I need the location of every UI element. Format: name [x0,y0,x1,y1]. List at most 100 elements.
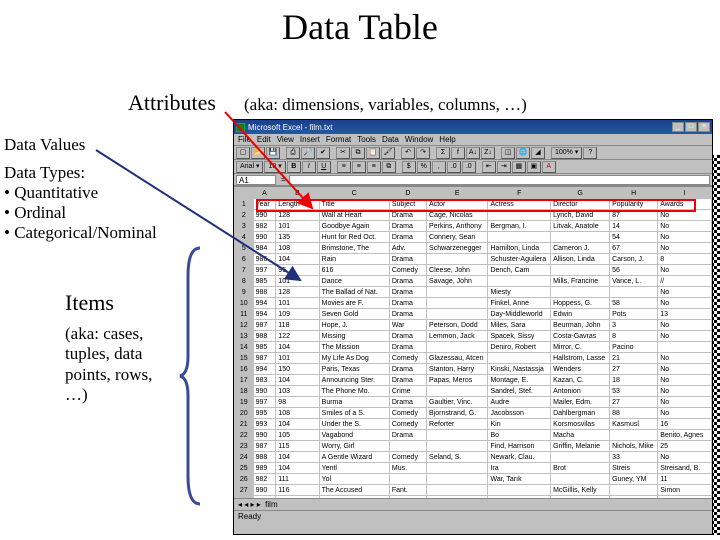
cell[interactable] [427,485,488,496]
cell[interactable]: Brimstone, The [319,243,389,254]
paste-icon[interactable]: 📋 [366,147,380,159]
cell[interactable]: Drama [389,276,426,287]
cell[interactable]: 11 [658,474,712,485]
cell[interactable]: No [658,221,712,232]
row-number[interactable]: 21 [235,419,254,430]
cell[interactable] [427,254,488,265]
cell[interactable]: 989 [253,463,276,474]
cell[interactable]: Movies are F. [319,298,389,309]
cell[interactable]: Peterson, Dodd [427,320,488,331]
cell[interactable]: 104 [276,375,319,386]
row-number[interactable]: 27 [235,485,254,496]
table-row[interactable]: 11994109Seven GoldDramaDay-MiddleworldEd… [235,309,712,320]
cell[interactable]: Hoppess, G. [551,298,610,309]
cell[interactable]: Fant. [389,485,426,496]
table-row[interactable]: 22990105VagabondDramaBoMachaBenito, Agne… [235,430,712,441]
cell[interactable] [551,452,610,463]
cell[interactable]: Lynch, David [551,210,610,221]
field-header-cell[interactable]: Popularity [610,199,658,210]
cell[interactable]: 111 [276,474,319,485]
table-row[interactable]: 2990128Wall at HeartDramaCage, NicolasLy… [235,210,712,221]
cell[interactable]: Cameron J. [551,243,610,254]
cell[interactable]: // [658,276,712,287]
spell-icon[interactable]: ✔ [316,147,330,159]
cell[interactable]: McGillis, Kelly [551,485,610,496]
row-number[interactable]: 4 [235,232,254,243]
row-number[interactable]: 19 [235,397,254,408]
column-header[interactable]: G [551,188,610,199]
chart-icon[interactable]: ◫ [501,147,515,159]
menu-item[interactable]: File [238,135,251,144]
cell[interactable] [610,287,658,298]
save-icon[interactable]: 💾 [266,147,280,159]
cell[interactable]: Drama [389,309,426,320]
table-row[interactable]: 23987115Worry, GirlFind, HarrisonGriffin… [235,441,712,452]
table-row[interactable]: 20995108Smiles of a S.ComedyBjornstrand,… [235,408,712,419]
cell[interactable]: The Accused [319,485,389,496]
maximize-button[interactable]: □ [685,122,697,132]
cell[interactable]: Streisand, B. [658,463,712,474]
cell[interactable]: Rain [319,254,389,265]
cell[interactable]: 990 [253,485,276,496]
cell[interactable]: 986 [253,254,276,265]
cell[interactable]: 101 [276,276,319,287]
cell[interactable]: Seland, S. [427,452,488,463]
cell[interactable]: Glazessau, Atcen [427,353,488,364]
menu-item[interactable]: Insert [300,135,320,144]
column-header[interactable]: D [389,188,426,199]
cell[interactable]: Mailer, Edm. [551,397,610,408]
print-icon[interactable]: ⎙ [286,147,300,159]
cell[interactable] [658,342,712,353]
cell[interactable]: 108 [276,243,319,254]
cell[interactable]: 101 [276,353,319,364]
cell[interactable] [427,430,488,441]
table-row[interactable]: 15987101My Life As DogComedyGlazessau, A… [235,353,712,364]
row-number[interactable]: 16 [235,364,254,375]
redo-icon[interactable]: ↷ [416,147,430,159]
cell[interactable]: 105 [276,430,319,441]
cell[interactable]: Schuster-Aguilera [488,254,551,265]
cell[interactable]: 984 [253,243,276,254]
cell[interactable] [427,309,488,320]
cell[interactable]: 18 [610,375,658,386]
row-number[interactable]: 20 [235,408,254,419]
cell[interactable]: 98 [276,397,319,408]
table-row[interactable]: 27990116The AccusedFant.McGillis, KellyS… [235,485,712,496]
table-row[interactable]: 1999798BurmaDramaGaultier, Vinc.AudreMai… [235,397,712,408]
cell[interactable]: No [658,287,712,298]
cell[interactable]: 104 [276,342,319,353]
cell[interactable]: Reforter [427,419,488,430]
cell[interactable]: Connery, Sean [427,232,488,243]
column-header[interactable]: H [610,188,658,199]
row-number[interactable]: 2 [235,210,254,221]
cell[interactable] [427,342,488,353]
cell[interactable] [427,386,488,397]
cell[interactable]: 53 [610,386,658,397]
row-number[interactable]: 11 [235,309,254,320]
cell[interactable]: 990 [253,232,276,243]
table-row[interactable]: 14985104The MissionDramaDeniro, RobertMi… [235,342,712,353]
cell[interactable]: Gaultier, Vinc. [427,397,488,408]
cell[interactable]: A Gentle Wizard [319,452,389,463]
cell[interactable]: Smiles of a S. [319,408,389,419]
cell[interactable] [389,474,426,485]
cell[interactable]: No [658,353,712,364]
table-row[interactable]: 3982101Goodbye AgainDramaPerkins, Anthon… [235,221,712,232]
menu-item[interactable]: Data [382,135,399,144]
cell[interactable]: 997 [253,397,276,408]
cell[interactable]: 990 [253,210,276,221]
borders-icon[interactable]: ▦ [512,161,526,173]
cell[interactable]: No [658,331,712,342]
cell[interactable]: Mus. [389,463,426,474]
currency-icon[interactable]: $ [402,161,416,173]
cell[interactable]: Litvak, Anatole [551,221,610,232]
cell[interactable]: Cage, Nicolas [427,210,488,221]
row-number[interactable]: 28 [235,496,254,499]
cell[interactable] [389,441,426,452]
menu-item[interactable]: View [277,135,294,144]
cell[interactable]: 104 [276,419,319,430]
row-number[interactable]: 17 [235,375,254,386]
cell[interactable]: Dahlbergman [551,408,610,419]
cell[interactable]: 101 [276,298,319,309]
cell[interactable]: Goodbye Again [319,221,389,232]
